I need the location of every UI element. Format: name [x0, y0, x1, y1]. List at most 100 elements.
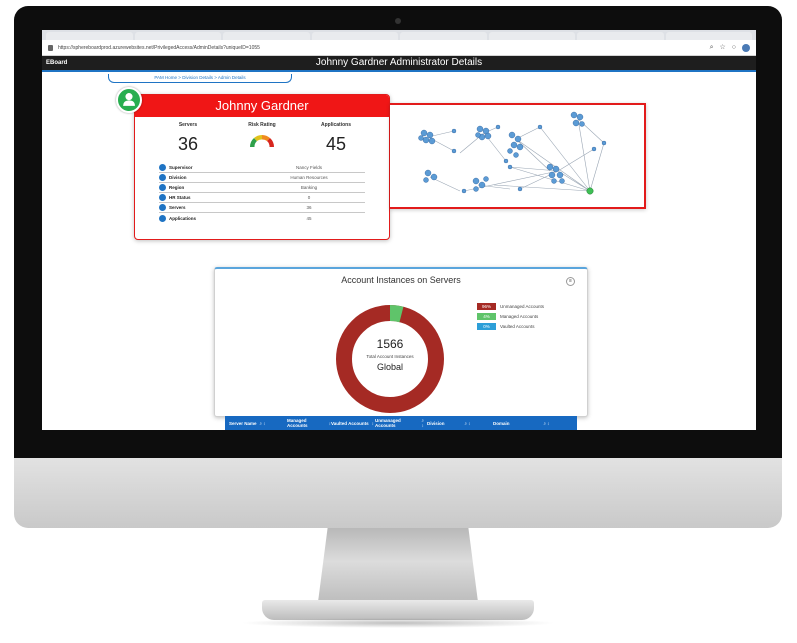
browser-tab[interactable]	[134, 32, 221, 40]
donut-center-label: 1566 Total Account Instances Global	[326, 337, 454, 372]
network-graph-canvas[interactable]	[390, 105, 646, 211]
admin-name: Johnny Gardner	[135, 95, 389, 117]
column-label: Domain	[493, 420, 510, 426]
address-bar[interactable]: https://sphereboardprod.azurewebsites.ne…	[42, 40, 756, 56]
column-label: Server Name	[229, 420, 257, 426]
info-row-region: Region Banking	[159, 183, 365, 193]
search-sort-icon[interactable]: ↕	[372, 421, 374, 426]
camera-icon	[395, 18, 401, 24]
app-logo[interactable]: EBoard	[42, 60, 67, 66]
monitor-mockup: https://sphereboardprod.azurewebsites.ne…	[0, 0, 797, 643]
card-title: Account Instances on Servers	[341, 275, 461, 285]
total-accounts-label: Total Account Instances	[366, 354, 414, 359]
stat-risk-rating: Risk Rating	[227, 122, 297, 155]
info-label: Region	[169, 185, 185, 190]
legend-item-vaulted[interactable]: 0% Vaulted Accounts	[477, 323, 544, 330]
column-label: Vaulted Accounts	[331, 420, 369, 426]
breadcrumb[interactable]: PAM Home > Division Details > Admin Deta…	[108, 74, 292, 83]
donut-legend: 96% Unmanaged Accounts 4% Managed Accoun…	[477, 303, 544, 333]
column-managed-accounts[interactable]: Managed Accounts ↕	[287, 418, 331, 428]
search-sort-icon[interactable]: ⌕ ↕	[260, 421, 266, 426]
admin-node[interactable]	[586, 187, 594, 195]
browser-tab-strip[interactable]	[42, 30, 756, 40]
column-division[interactable]: Division ⌕ ↕	[427, 421, 493, 426]
info-row-supervisor: Supervisor Nancy Fields	[159, 163, 365, 173]
servers-icon	[159, 204, 166, 211]
column-label: Division	[427, 420, 445, 426]
screen: https://sphereboardprod.azurewebsites.ne…	[42, 30, 756, 430]
profile-stats: Servers 36 Risk Rating Applications 45	[135, 117, 389, 155]
monitor-stand-neck	[318, 528, 478, 602]
page-title: Johnny Gardner Administrator Details	[315, 57, 483, 68]
stat-servers: Servers 36	[153, 122, 223, 155]
info-value: Banking	[300, 185, 318, 190]
address-bar-tools: ⌕ ☆ ○	[710, 43, 750, 52]
browser-tab[interactable]	[577, 32, 664, 40]
info-label: Servers	[169, 205, 186, 210]
region-icon	[159, 184, 166, 191]
info-label: HR Status	[169, 195, 191, 200]
user-avatar-icon	[116, 87, 142, 113]
info-label: Supervisor	[169, 165, 193, 170]
admin-profile-card: Johnny Gardner Servers 36 Risk Rating Ap…	[134, 94, 390, 240]
browser-tab[interactable]	[488, 32, 575, 40]
info-value: 45	[306, 215, 312, 221]
browser-tab[interactable]	[665, 32, 752, 40]
legend-item-managed[interactable]: 4% Managed Accounts	[477, 313, 544, 320]
legend-label: Vaulted Accounts	[500, 324, 535, 329]
legend-swatch: 0%	[477, 323, 496, 330]
monitor-stand-base	[262, 600, 534, 620]
legend-swatch: 4%	[477, 313, 496, 320]
applications-icon	[159, 214, 166, 222]
extensions-icon[interactable]: ○	[732, 44, 736, 51]
search-sort-icon[interactable]: ⌕ ↕	[544, 421, 550, 426]
url-text[interactable]: https://sphereboardprod.azurewebsites.ne…	[58, 45, 710, 51]
total-accounts: 1566	[376, 337, 404, 351]
search-sort-icon[interactable]: ⌕ ↕	[465, 421, 471, 426]
info-row-applications: Applications 45	[159, 213, 365, 223]
column-label: Managed Accounts	[287, 418, 308, 428]
supervisor-icon	[159, 164, 166, 171]
division-icon	[159, 174, 166, 181]
info-label: Applications	[169, 215, 197, 221]
info-value: Nancy Fields	[295, 165, 322, 170]
lock-icon	[48, 44, 53, 51]
hr-status-icon	[159, 194, 166, 201]
stat-value: 45	[325, 134, 347, 154]
info-row-division: Division Human Resources	[159, 173, 365, 183]
stand-shadow	[240, 618, 556, 628]
column-server-name[interactable]: Server Name ⌕ ↕	[229, 421, 287, 426]
info-row-servers: Servers 36	[159, 203, 365, 213]
server-network-graph[interactable]	[390, 103, 646, 209]
browser-tab[interactable]	[46, 32, 133, 40]
column-unmanaged-accounts[interactable]: Unmanaged Accounts ⌕ ↕	[375, 418, 427, 428]
column-vaulted-accounts[interactable]: Vaulted Accounts ↕	[331, 421, 375, 426]
legend-swatch: 96%	[477, 303, 496, 310]
column-domain[interactable]: Domain ⌕ ↕	[493, 421, 573, 426]
zoom-icon[interactable]: ⌕	[710, 44, 714, 51]
info-label: Division	[169, 175, 187, 180]
info-value: 36	[306, 205, 312, 210]
legend-label: Unmanaged Accounts	[500, 304, 545, 309]
menu-icon[interactable]: ≡	[566, 277, 575, 286]
stat-label: Applications	[320, 122, 351, 128]
browser-tab[interactable]	[223, 32, 310, 40]
browser-tab[interactable]	[311, 32, 398, 40]
header-divider	[42, 70, 756, 72]
monitor-chin	[14, 458, 782, 528]
stat-label: Risk Rating	[248, 122, 276, 128]
info-value: 0	[307, 195, 311, 200]
profile-info-list: Supervisor Nancy Fields Division Human R…	[159, 163, 365, 223]
account-instances-card: Account Instances on Servers ≡ 1566 Tota…	[214, 267, 588, 417]
app-header: EBoard Johnny Gardner Administrator Deta…	[42, 56, 756, 70]
star-icon[interactable]: ☆	[719, 44, 725, 51]
stat-applications: Applications 45	[301, 122, 371, 155]
info-value: Human Resources	[290, 175, 328, 180]
stat-label: Servers	[178, 122, 198, 128]
browser-tab[interactable]	[400, 32, 487, 40]
legend-label: Managed Accounts	[500, 314, 539, 319]
profile-avatar-icon[interactable]	[742, 43, 750, 52]
legend-item-unmanaged[interactable]: 96% Unmanaged Accounts	[477, 303, 544, 310]
info-row-hr-status: HR Status 0	[159, 193, 365, 203]
column-label: Unmanaged Accounts	[375, 418, 401, 428]
